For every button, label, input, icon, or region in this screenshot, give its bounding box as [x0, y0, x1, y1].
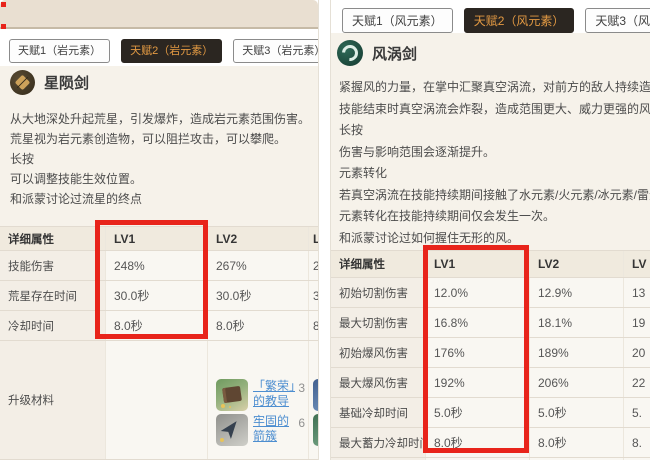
- material-count: 6: [298, 416, 305, 430]
- stat-lv3: 20: [623, 338, 650, 367]
- tab-talent2-anemo[interactable]: 天赋2（风元素）: [463, 8, 575, 33]
- skill-name: 星陨剑: [44, 75, 90, 92]
- header-lv3: L: [308, 227, 318, 250]
- panel-header-bar: [0, 0, 318, 29]
- description-line: 长按: [10, 152, 35, 166]
- annotation-handle: [1, 24, 6, 29]
- materials-lv1-cell: [105, 341, 207, 459]
- header-lv2: LV2: [207, 227, 308, 250]
- description-line: 伤害与影响范围会逐渐提升。: [339, 144, 496, 159]
- tab-talent3-geo[interactable]: 天赋3（岩元素）: [233, 39, 318, 63]
- header-attr: 详细属性: [331, 251, 425, 277]
- stat-lv3: 8.: [623, 428, 650, 457]
- material-list-partial: [313, 341, 318, 449]
- stat-lv2: 189%: [529, 338, 623, 367]
- stat-label: 最大蓄力冷却时间: [331, 428, 425, 457]
- stat-lv3: 22: [623, 368, 650, 397]
- stat-label: 荒星存在时间: [0, 281, 105, 310]
- skill-name: 风涡剑: [372, 45, 418, 63]
- stat-lv3: 3: [308, 281, 318, 310]
- green-material-icon: [313, 414, 318, 446]
- talent-tabs-right: 天赋1（风元素） 天赋2（风元素） 天赋3（风元素）: [342, 8, 650, 33]
- material-link-teachings[interactable]: 「繁荣」的教导: [253, 379, 298, 409]
- tab-talent2-geo[interactable]: 天赋2（岩元素）: [121, 39, 223, 63]
- stat-lv3: 2: [308, 251, 318, 280]
- description-line: 和派蒙讨论过流星的终点: [10, 192, 143, 206]
- stat-lv2: 267%: [207, 251, 308, 280]
- stat-lv2: 8.0秒: [207, 311, 308, 340]
- arrowhead-icon: [216, 414, 248, 446]
- materials-label: 升级材料: [0, 341, 105, 459]
- materials-row: 升级材料 「繁荣」的教导 3 牢固的箭簇 6: [0, 340, 318, 460]
- stat-label: 基础冷却时间: [331, 398, 425, 427]
- stat-lv2: 5.0秒: [529, 398, 623, 427]
- material-list: 「繁荣」的教导 3 牢固的箭簇 6: [216, 341, 308, 449]
- tab-talent1-geo[interactable]: 天赋1（岩元素）: [9, 39, 111, 63]
- stat-label: 冷却时间: [0, 311, 105, 340]
- lv1-highlight-rect-left: [95, 220, 208, 339]
- description-line: 元素转化在技能持续期间仅会发生一次。: [339, 209, 556, 223]
- material-item: 牢固的箭簇 6: [216, 414, 308, 446]
- header-lv3: LV: [623, 251, 650, 277]
- header-attr: 详细属性: [0, 227, 105, 250]
- lv1-highlight-rect-right: [423, 245, 529, 453]
- header-lv2: LV2: [529, 251, 623, 277]
- stat-label: 最大爆风伤害: [331, 368, 425, 397]
- stat-label: 初始爆风伤害: [331, 338, 425, 367]
- stat-lv2: 30.0秒: [207, 281, 308, 310]
- description-line: 长按: [339, 123, 364, 137]
- description-line: 元素转化: [339, 166, 388, 180]
- material-item: 「繁荣」的教导 3: [216, 379, 308, 411]
- stat-lv3: 19: [623, 308, 650, 337]
- material-link-arrowhead[interactable]: 牢固的箭簇: [253, 414, 298, 444]
- blue-material-icon: [313, 379, 318, 411]
- talent-tabs-left: 天赋1（岩元素） 天赋2（岩元素） 天赋3（岩元素）: [9, 39, 318, 63]
- stat-label: 技能伤害: [0, 251, 105, 280]
- stat-label: 初始切割伤害: [331, 278, 425, 307]
- stat-lv2: 206%: [529, 368, 623, 397]
- description-line: 紧握风的力量，在掌中汇聚真空涡流，对前方的敌人持续造成风: [339, 80, 650, 94]
- stat-lv2: 8.0秒: [529, 428, 623, 457]
- skill-description: 紧握风的力量，在掌中汇聚真空涡流，对前方的敌人持续造成风 技能结束时真空涡流会炸…: [339, 77, 650, 249]
- stat-lv2: 18.1%: [529, 308, 623, 337]
- material-count: 3: [298, 381, 305, 395]
- skill-title-row: 风涡剑: [337, 40, 417, 66]
- materials-lv3-cell: [308, 341, 318, 459]
- stat-lv3: 13: [623, 278, 650, 307]
- stat-lv2: 12.9%: [529, 278, 623, 307]
- stat-lv3: 8: [308, 311, 318, 340]
- materials-lv2-cell: 「繁荣」的教导 3 牢固的箭簇 6: [207, 341, 308, 459]
- description-line: 从大地深处升起荒星，引发爆炸，造成岩元素范围伤害。: [10, 112, 311, 126]
- stat-lv3: 5.: [623, 398, 650, 427]
- geo-element-icon: [10, 70, 35, 95]
- stat-label: 最大切割伤害: [331, 308, 425, 337]
- annotation-handle: [1, 2, 6, 7]
- description-line: 若真空涡流在技能持续期间接触了水元素/火元素/冰元素/雷元素: [339, 187, 650, 202]
- skill-title-row: 星陨剑: [10, 70, 89, 95]
- anemo-element-icon: [337, 40, 363, 66]
- talent-book-icon: [216, 379, 248, 411]
- description-line: 技能结束时真空涡流会炸裂，造成范围更大、威力更强的风元素: [339, 101, 650, 116]
- tab-talent1-anemo[interactable]: 天赋1（风元素）: [342, 8, 453, 33]
- description-line: 可以调整技能生效位置。: [10, 172, 143, 186]
- description-line: 荒星视为岩元素创造物，可以阻拦攻击，可以攀爬。: [10, 132, 287, 146]
- skill-description: 从大地深处升起荒星，引发爆炸，造成岩元素范围伤害。 荒星视为岩元素创造物，可以阻…: [10, 109, 310, 209]
- tab-talent3-anemo[interactable]: 天赋3（风元素）: [585, 8, 650, 33]
